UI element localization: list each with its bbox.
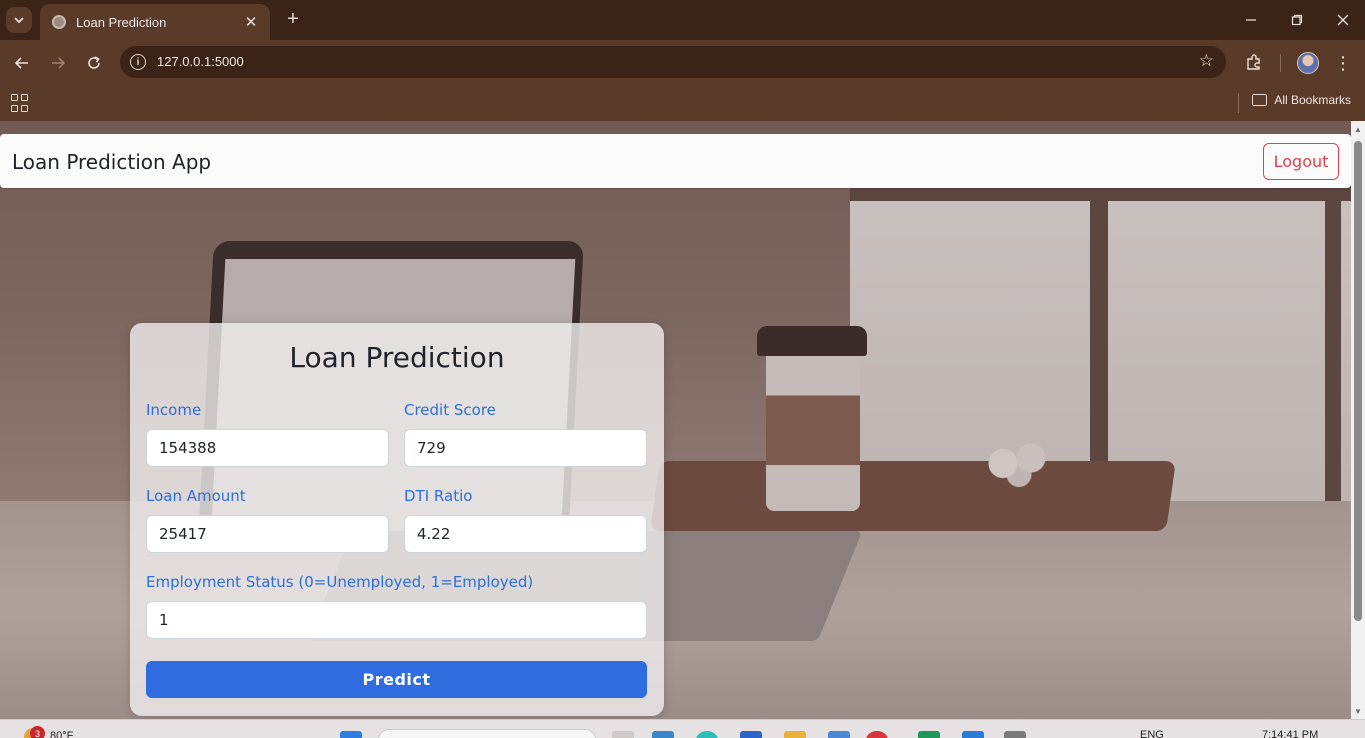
income-label: Income bbox=[146, 401, 202, 419]
logout-button[interactable]: Logout bbox=[1263, 143, 1339, 180]
background-flower bbox=[975, 436, 1055, 491]
vscode-icon[interactable] bbox=[962, 731, 984, 738]
page-scrollbar[interactable]: ▲ ▼ bbox=[1351, 121, 1365, 719]
edge-icon[interactable] bbox=[696, 731, 718, 738]
background-cup-lid bbox=[757, 326, 867, 356]
terminal-icon[interactable] bbox=[1004, 731, 1026, 738]
excel-icon[interactable] bbox=[918, 731, 940, 738]
url-text[interactable]: 127.0.0.1:5000 bbox=[157, 54, 244, 69]
all-bookmarks-label: All Bookmarks bbox=[1274, 93, 1351, 107]
arrow-left-icon[interactable] bbox=[9, 50, 35, 76]
minimize-icon[interactable] bbox=[1239, 8, 1263, 32]
loan-form-card: Loan Prediction Income Credit Score Loan… bbox=[130, 323, 664, 716]
folder-icon[interactable] bbox=[784, 731, 806, 738]
avatar[interactable] bbox=[1297, 52, 1319, 74]
star-icon[interactable]: ☆ bbox=[1199, 51, 1214, 71]
browser-tab-bar: Loan Prediction ✕ + bbox=[0, 0, 1365, 40]
task-view-icon[interactable] bbox=[612, 731, 634, 738]
app-brand[interactable]: Loan Prediction App bbox=[12, 150, 211, 174]
employment-status-field[interactable] bbox=[146, 601, 647, 639]
store-icon[interactable] bbox=[740, 731, 762, 738]
page-viewport: Loan Prediction App Logout Loan Predicti… bbox=[0, 121, 1351, 719]
calendar-icon[interactable] bbox=[828, 731, 850, 738]
loan-amount-label: Loan Amount bbox=[146, 487, 246, 505]
reload-icon[interactable] bbox=[81, 50, 107, 76]
loan-amount-field[interactable] bbox=[146, 515, 389, 553]
plus-icon[interactable]: + bbox=[282, 8, 304, 30]
folder-icon bbox=[1252, 94, 1268, 106]
taskbar-search[interactable] bbox=[378, 729, 596, 738]
arrow-right-icon[interactable] bbox=[45, 50, 71, 76]
dti-ratio-label: DTI Ratio bbox=[404, 487, 473, 505]
tab-title: Loan Prediction bbox=[76, 14, 167, 30]
apps-grid-icon[interactable] bbox=[11, 94, 29, 112]
form-title: Loan Prediction bbox=[289, 341, 505, 374]
window-mullion bbox=[1325, 181, 1341, 541]
close-icon[interactable]: ✕ bbox=[242, 13, 260, 31]
globe-icon bbox=[52, 15, 66, 29]
bookmarks-bar: All Bookmarks bbox=[0, 86, 1365, 121]
all-bookmarks-button[interactable]: All Bookmarks bbox=[1252, 93, 1351, 107]
taskbar-app-icon[interactable] bbox=[652, 731, 674, 738]
background-tray bbox=[650, 461, 1176, 531]
income-field[interactable] bbox=[146, 429, 389, 467]
browser-toolbar: i 127.0.0.1:5000 ☆ bbox=[0, 40, 1365, 86]
scroll-thumb[interactable] bbox=[1354, 141, 1362, 621]
windows-start-icon[interactable] bbox=[340, 731, 362, 738]
app-navbar: Loan Prediction App Logout bbox=[0, 134, 1351, 188]
browser-tab[interactable]: Loan Prediction ✕ bbox=[40, 4, 270, 40]
tab-list-button[interactable] bbox=[6, 7, 32, 33]
credit-score-field[interactable] bbox=[404, 429, 647, 467]
address-bar[interactable]: i 127.0.0.1:5000 ☆ bbox=[120, 46, 1226, 78]
scroll-down-icon[interactable]: ▼ bbox=[1354, 707, 1362, 716]
restore-icon[interactable] bbox=[1285, 8, 1309, 32]
scroll-up-icon[interactable]: ▲ bbox=[1354, 125, 1362, 134]
chrome-icon[interactable] bbox=[866, 731, 888, 738]
employment-status-label: Employment Status (0=Unemployed, 1=Emplo… bbox=[146, 573, 534, 591]
clock-time[interactable]: 7:14:41 PM bbox=[1262, 729, 1318, 738]
chevron-down-icon bbox=[14, 17, 24, 24]
kebab-menu-icon[interactable]: ⋮ bbox=[1334, 52, 1352, 74]
background-cup bbox=[766, 346, 860, 511]
weather-temp[interactable]: 80°F bbox=[50, 730, 73, 738]
info-icon[interactable]: i bbox=[130, 54, 146, 70]
os-taskbar: 3 80°F ENG 7:14:41 PM bbox=[0, 719, 1365, 738]
bookmarks-divider bbox=[1238, 93, 1239, 113]
notification-badge: 3 bbox=[30, 726, 45, 738]
predict-button[interactable]: Predict bbox=[146, 661, 647, 698]
toolbar-divider bbox=[1280, 54, 1281, 72]
window-close-icon[interactable] bbox=[1331, 8, 1355, 32]
dti-ratio-field[interactable] bbox=[404, 515, 647, 553]
credit-score-label: Credit Score bbox=[404, 401, 496, 419]
language-indicator[interactable]: ENG bbox=[1140, 729, 1164, 738]
puzzle-icon[interactable] bbox=[1244, 52, 1264, 72]
